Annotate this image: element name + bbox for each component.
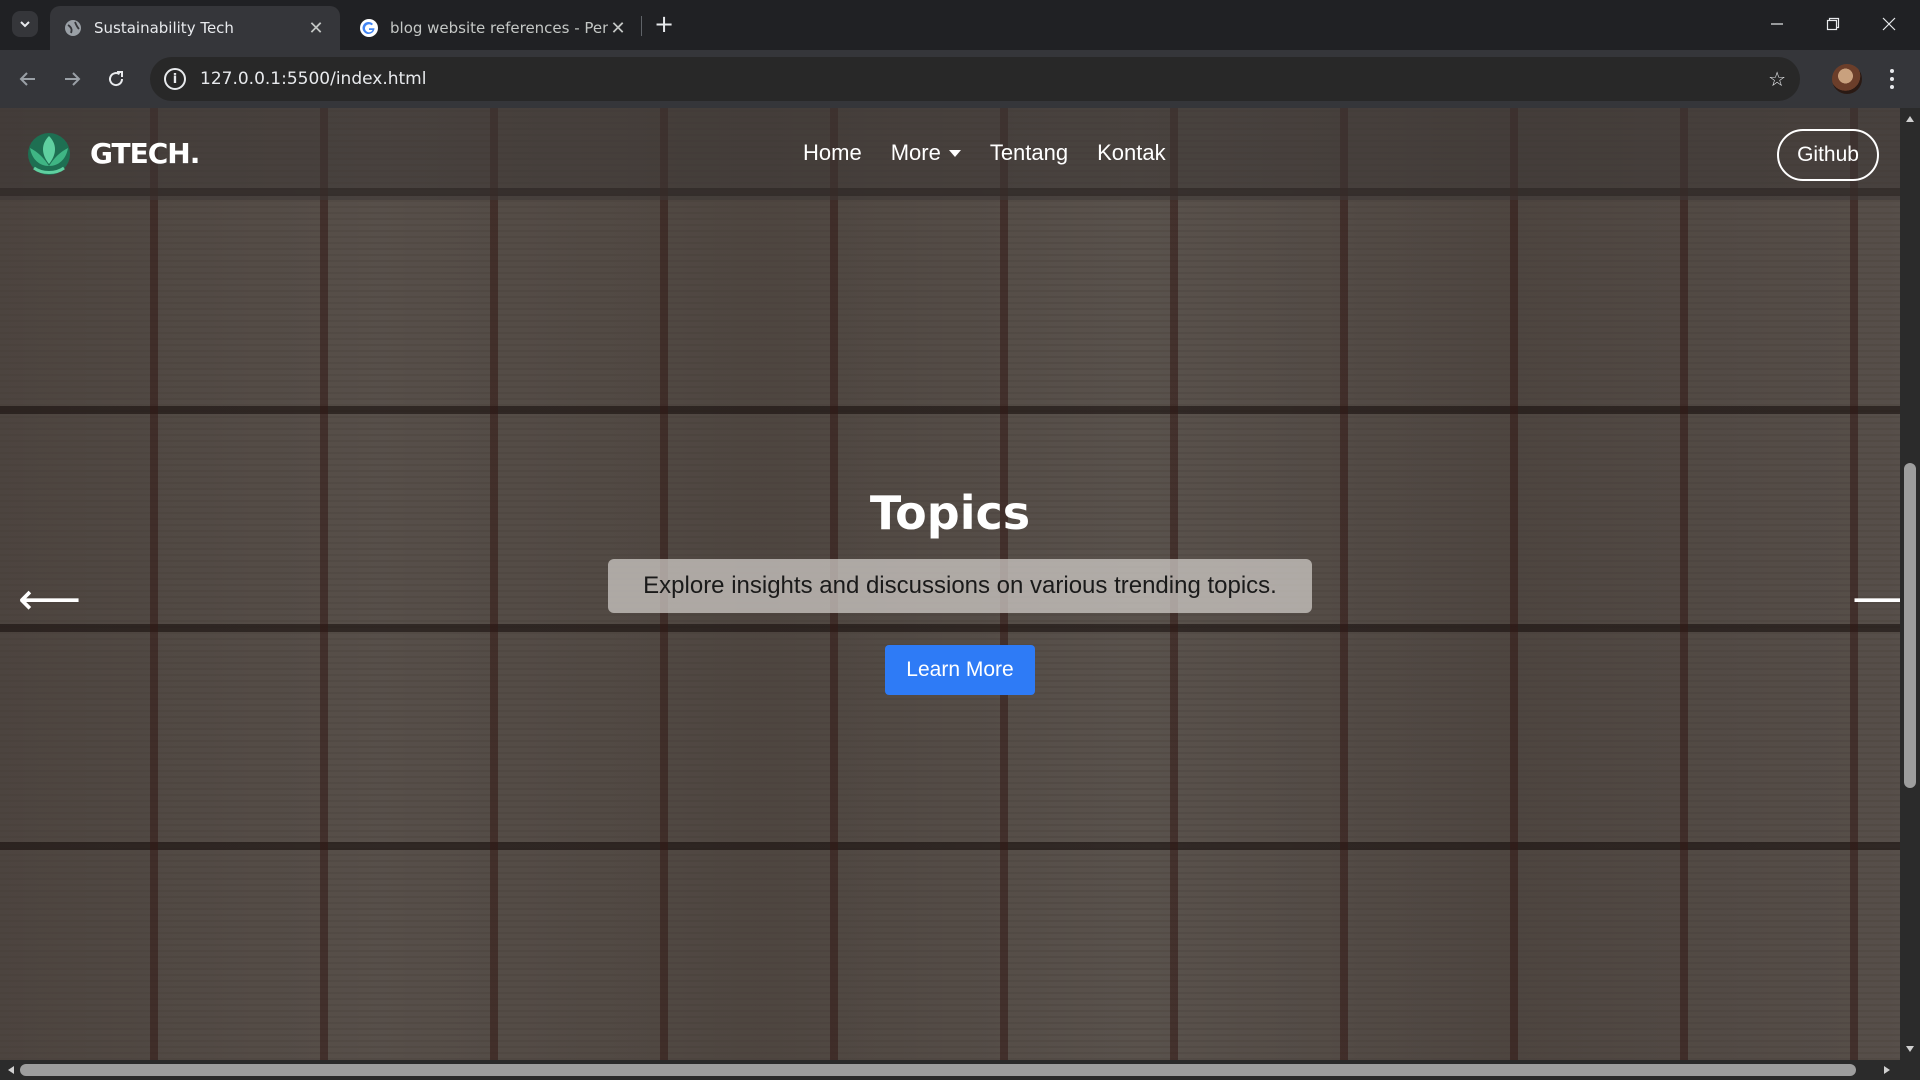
hero-section: GTECH. Home More Tentang Kontak Github ⟵… <box>0 108 1915 1060</box>
horizontal-scroll-thumb[interactable] <box>20 1064 1856 1076</box>
forward-button[interactable] <box>56 63 88 95</box>
nav-home[interactable]: Home <box>803 140 862 166</box>
kebab-icon[interactable] <box>1880 64 1904 94</box>
plus-icon: + <box>653 10 675 38</box>
address-bar[interactable]: i 127.0.0.1:5500/index.html ☆ <box>150 57 1800 101</box>
site-logo[interactable]: GTECH. <box>22 130 200 176</box>
page-viewport: GTECH. Home More Tentang Kontak Github ⟵… <box>0 108 1920 1080</box>
scroll-up-icon[interactable] <box>1906 116 1914 122</box>
globe-icon <box>64 19 82 37</box>
vertical-scroll-thumb[interactable] <box>1904 463 1916 788</box>
scroll-right-icon[interactable] <box>1884 1066 1890 1074</box>
chevron-down-icon <box>20 21 30 28</box>
tab-separator <box>641 16 642 36</box>
info-icon[interactable]: i <box>164 68 186 90</box>
arrow-right-icon <box>65 72 81 86</box>
horizontal-scrollbar[interactable] <box>0 1060 1920 1080</box>
profile-avatar[interactable] <box>1832 64 1862 94</box>
vertical-scrollbar[interactable] <box>1900 108 1920 1060</box>
site-navbar: GTECH. Home More Tentang Kontak Github <box>0 108 1900 200</box>
arrow-left-icon <box>19 72 35 86</box>
close-window-button[interactable] <box>1866 0 1912 48</box>
nav-more-dropdown[interactable]: More <box>891 140 961 166</box>
minimize-button[interactable] <box>1754 0 1800 48</box>
nav-tentang[interactable]: Tentang <box>990 140 1068 166</box>
nav-label: Home <box>803 140 862 165</box>
tab-list-button[interactable] <box>12 11 38 37</box>
browser-tab-active[interactable]: Sustainability Tech ✕ <box>50 6 340 50</box>
nav-label: More <box>890 140 941 165</box>
nav-label: Kontak <box>1097 140 1166 165</box>
close-icon <box>1882 17 1896 31</box>
star-icon[interactable]: ☆ <box>1768 67 1786 91</box>
hero-title: Topics <box>869 486 1031 540</box>
browser-tabbar: Sustainability Tech ✕ blog website refer… <box>0 0 1920 50</box>
carousel-prev-arrow-icon[interactable]: ⟵ <box>18 578 81 622</box>
nav-kontak[interactable]: Kontak <box>1097 140 1166 166</box>
tab-title: Sustainability Tech <box>94 19 234 37</box>
new-tab-button[interactable]: + <box>650 10 678 38</box>
browser-toolbar: i 127.0.0.1:5500/index.html ☆ <box>0 50 1920 108</box>
scroll-left-icon[interactable] <box>8 1066 14 1074</box>
google-icon <box>360 19 378 37</box>
back-button[interactable] <box>12 63 44 95</box>
main-nav: Home More Tentang Kontak <box>803 140 1195 166</box>
reload-button[interactable] <box>100 63 132 95</box>
reload-icon <box>109 71 124 87</box>
url-text[interactable]: 127.0.0.1:5500/index.html <box>200 69 426 89</box>
scroll-down-icon[interactable] <box>1906 1046 1914 1052</box>
leaf-logo-icon <box>28 133 70 175</box>
hero-subtitle: Explore insights and discussions on vari… <box>608 559 1312 613</box>
caret-down-icon <box>948 149 961 157</box>
github-button[interactable]: Github <box>1777 129 1879 181</box>
logo-text: GTECH. <box>90 136 200 170</box>
nav-label: Tentang <box>989 140 1069 165</box>
restore-button[interactable] <box>1810 0 1856 48</box>
hero-subtitle-text: Explore insights and discussions on vari… <box>643 572 1277 599</box>
tab-title: blog website references - Penel <box>390 19 608 37</box>
minimize-icon <box>1771 23 1783 25</box>
close-tab-icon[interactable]: ✕ <box>608 18 628 39</box>
restore-icon <box>1826 17 1840 31</box>
close-tab-icon[interactable]: ✕ <box>306 18 326 39</box>
browser-tab[interactable]: blog website references - Penel ✕ <box>346 6 642 50</box>
learn-more-button[interactable]: Learn More <box>885 645 1035 695</box>
